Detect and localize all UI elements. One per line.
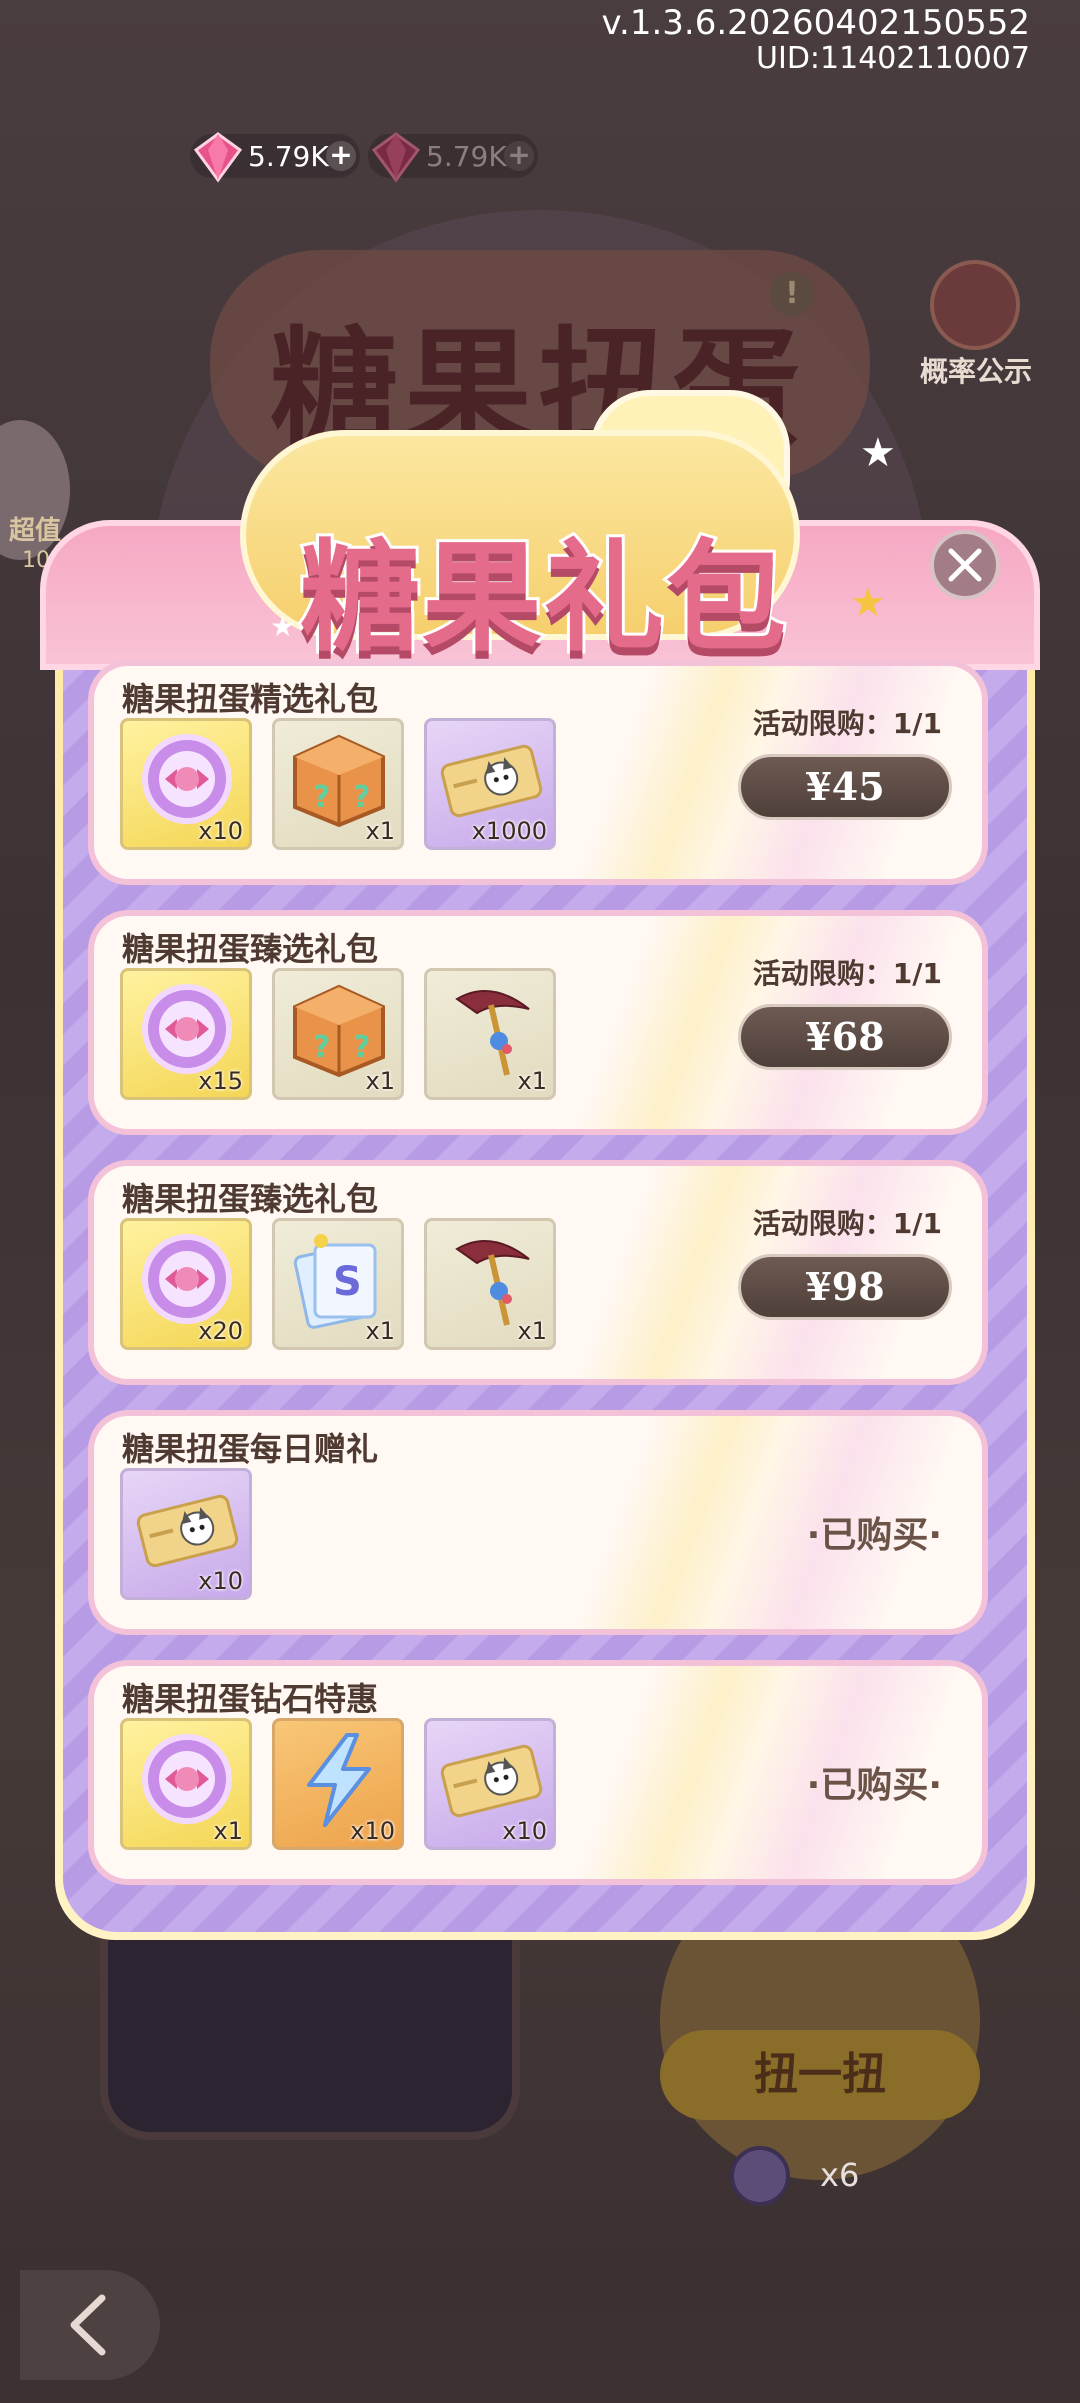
version-text: v.1.3.6.20260402150552 bbox=[601, 3, 1030, 43]
package-card-body: 糖果扭蛋每日赠礼 x10 ·已购买· bbox=[94, 1416, 982, 1629]
reward-quantity: x15 bbox=[198, 1067, 243, 1095]
reward-item[interactable]: ?? x1 bbox=[272, 718, 404, 850]
reward-quantity: x1 bbox=[517, 1317, 547, 1345]
buy-button[interactable]: ¥68 bbox=[738, 1004, 952, 1070]
probability-icon[interactable] bbox=[930, 260, 1020, 350]
package-card-body: 糖果扭蛋钻石特惠 x1 x10 x10 ·已购买· bbox=[94, 1666, 982, 1879]
currency-primary-value: 5.79K bbox=[248, 139, 329, 173]
probability-label[interactable]: 概率公示 bbox=[920, 350, 1032, 390]
star-icon: ★ bbox=[850, 580, 886, 626]
star-icon: ★ bbox=[860, 430, 896, 476]
chevron-left-icon bbox=[70, 2294, 106, 2356]
svg-text:?: ? bbox=[313, 1030, 330, 1065]
purchase-limit: 活动限购：1/1 bbox=[752, 707, 942, 740]
reward-quantity: x1 bbox=[365, 817, 395, 845]
package-items: x20 Sx1 x1 bbox=[120, 1218, 556, 1350]
package-card: 糖果扭蛋精选礼包 x10?? x1 x1000 活动限购：1/1 ¥45 bbox=[88, 660, 988, 885]
currency-secondary[interactable]: 5.79K + bbox=[368, 132, 538, 183]
reward-item[interactable]: x1 bbox=[424, 968, 556, 1100]
dark-gem-icon bbox=[371, 132, 421, 183]
reward-item[interactable]: x10 bbox=[424, 1718, 556, 1850]
package-title: 糖果扭蛋钻石特惠 bbox=[122, 1680, 379, 1718]
gem-icon bbox=[193, 132, 243, 183]
version-info: v.1.3.6.20260402150552 UID:11402110007 bbox=[602, 4, 1030, 76]
reward-quantity: x1 bbox=[365, 1067, 395, 1095]
reward-item[interactable]: x1000 bbox=[424, 718, 556, 850]
package-items: x10?? x1 x1000 bbox=[120, 718, 556, 850]
svg-text:S: S bbox=[333, 1259, 362, 1305]
package-title: 糖果扭蛋臻选礼包 bbox=[122, 930, 379, 968]
package-items: x1 x10 x10 bbox=[120, 1718, 556, 1850]
modal-title: 糖果礼包 bbox=[297, 524, 789, 671]
spin-button[interactable]: 扭一扭 bbox=[660, 2030, 980, 2120]
package-title: 糖果扭蛋精选礼包 bbox=[122, 680, 379, 718]
svg-text:?: ? bbox=[313, 780, 330, 815]
svg-text:?: ? bbox=[353, 780, 370, 815]
reward-item[interactable]: x10 bbox=[120, 1468, 252, 1600]
package-card-body: 糖果扭蛋臻选礼包 x15?? x1 x1 活动限购：1/1 ¥68 bbox=[94, 916, 982, 1129]
package-card: 糖果扭蛋钻石特惠 x1 x10 x10 ·已购买· bbox=[88, 1660, 988, 1885]
close-button[interactable] bbox=[930, 530, 1000, 600]
package-card: 糖果扭蛋臻选礼包 x20 Sx1 x1 活动限购：1/1 ¥98 bbox=[88, 1160, 988, 1385]
modal-title-banner: 糖果礼包 ★ ★ ★ bbox=[210, 390, 896, 671]
reward-quantity: x1 bbox=[365, 1317, 395, 1345]
reward-quantity: x20 bbox=[198, 1317, 243, 1345]
package-card: 糖果扭蛋臻选礼包 x15?? x1 x1 活动限购：1/1 ¥68 bbox=[88, 910, 988, 1135]
spin-token-count: x6 bbox=[820, 2156, 860, 2194]
reward-item[interactable]: x10 bbox=[120, 718, 252, 850]
package-card-body: 糖果扭蛋臻选礼包 x20 Sx1 x1 活动限购：1/1 ¥98 bbox=[94, 1166, 982, 1379]
purchase-limit: 活动限购：1/1 bbox=[752, 1207, 942, 1240]
reward-item[interactable]: x1 bbox=[120, 1718, 252, 1850]
add-currency-icon[interactable]: + bbox=[504, 141, 534, 171]
reward-item[interactable]: x15 bbox=[120, 968, 252, 1100]
purchased-status: ·已购买· bbox=[806, 1515, 942, 1556]
purchased-status: ·已购买· bbox=[806, 1765, 942, 1806]
reward-item[interactable]: x20 bbox=[120, 1218, 252, 1350]
reward-item[interactable]: Sx1 bbox=[272, 1218, 404, 1350]
spin-token-icon bbox=[730, 2146, 790, 2206]
info-icon[interactable]: ! bbox=[770, 272, 814, 316]
reward-quantity: x1 bbox=[213, 1817, 243, 1845]
package-title: 糖果扭蛋每日赠礼 bbox=[122, 1430, 379, 1468]
reward-quantity: x10 bbox=[502, 1817, 547, 1845]
currency-primary[interactable]: 5.79K + bbox=[190, 132, 360, 183]
uid-text: UID:11402110007 bbox=[756, 41, 1030, 76]
currency-secondary-value: 5.79K bbox=[426, 139, 507, 173]
back-button[interactable] bbox=[20, 2270, 160, 2380]
buy-button[interactable]: ¥98 bbox=[738, 1254, 952, 1320]
reward-item[interactable]: ?? x1 bbox=[272, 968, 404, 1100]
reward-quantity: x10 bbox=[198, 1567, 243, 1595]
svg-text:?: ? bbox=[353, 1030, 370, 1065]
package-items: x10 bbox=[120, 1468, 252, 1600]
package-items: x15?? x1 x1 bbox=[120, 968, 556, 1100]
reward-quantity: x1 bbox=[517, 1067, 547, 1095]
close-icon bbox=[948, 548, 982, 582]
purchase-limit: 活动限购：1/1 bbox=[752, 957, 942, 990]
buy-button[interactable]: ¥45 bbox=[738, 754, 952, 820]
reward-quantity: x10 bbox=[350, 1817, 395, 1845]
reward-quantity: x1000 bbox=[471, 817, 547, 845]
add-currency-icon[interactable]: + bbox=[326, 141, 356, 171]
package-card-body: 糖果扭蛋精选礼包 x10?? x1 x1000 活动限购：1/1 ¥45 bbox=[94, 666, 982, 879]
reward-item[interactable]: x10 bbox=[272, 1718, 404, 1850]
package-card: 糖果扭蛋每日赠礼 x10 ·已购买· bbox=[88, 1410, 988, 1635]
footer-bar bbox=[0, 2310, 1080, 2403]
star-icon: ★ bbox=[270, 610, 296, 643]
reward-item[interactable]: x1 bbox=[424, 1218, 556, 1350]
reward-quantity: x10 bbox=[198, 817, 243, 845]
package-title: 糖果扭蛋臻选礼包 bbox=[122, 1180, 379, 1218]
